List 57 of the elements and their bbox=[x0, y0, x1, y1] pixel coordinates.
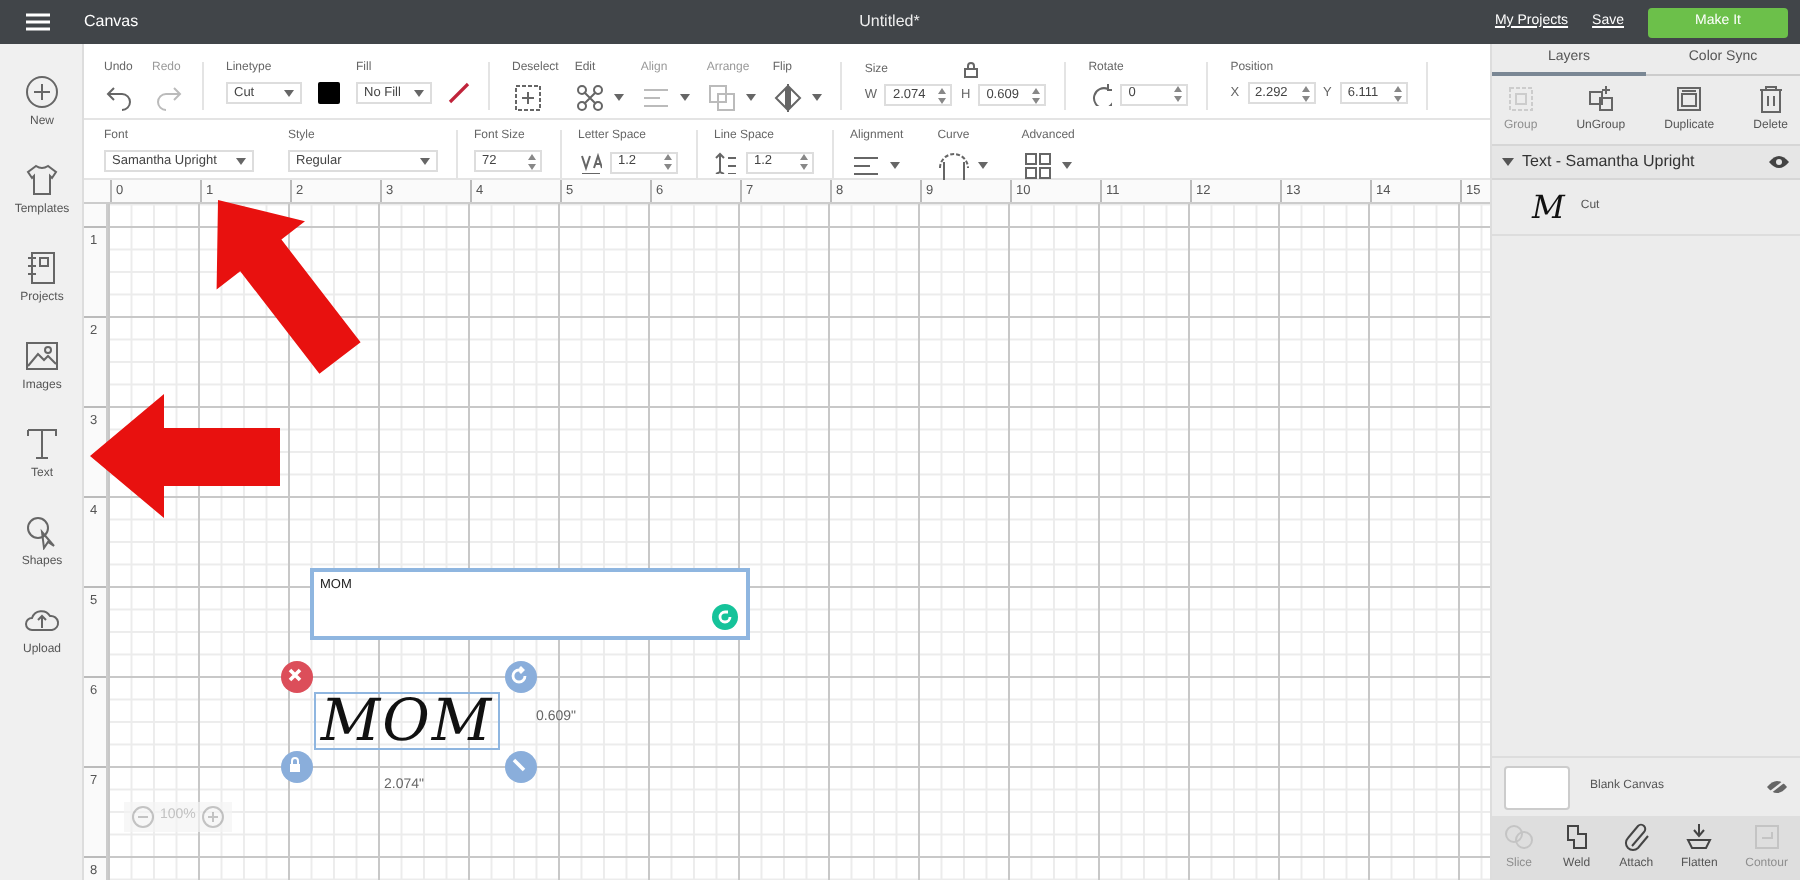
app-title: Canvas bbox=[84, 10, 141, 34]
node-edit-icon bbox=[574, 82, 607, 114]
selected-text[interactable]: MOM bbox=[314, 692, 500, 750]
eye-icon[interactable] bbox=[1768, 154, 1790, 170]
group-icon bbox=[1505, 84, 1536, 114]
contour-icon bbox=[1751, 822, 1782, 852]
trash-icon bbox=[1755, 84, 1786, 114]
canvas-swatch[interactable] bbox=[1504, 765, 1570, 809]
menu-icon[interactable] bbox=[24, 12, 52, 32]
spinner-icon bbox=[528, 153, 536, 169]
lock-icon[interactable] bbox=[964, 62, 979, 78]
ungroup-icon bbox=[1585, 84, 1616, 114]
spinner-icon bbox=[1032, 87, 1041, 103]
arrange-icon bbox=[706, 82, 739, 114]
close-icon[interactable] bbox=[280, 660, 314, 694]
rotate-handle-icon[interactable] bbox=[504, 660, 538, 694]
caret-icon bbox=[236, 157, 246, 165]
caret-icon bbox=[414, 89, 424, 97]
layer-group-row[interactable]: Text - Samantha Upright bbox=[1492, 144, 1800, 180]
weld-icon bbox=[1561, 822, 1592, 852]
resize-handle-icon[interactable] bbox=[504, 750, 538, 784]
advanced-icon bbox=[1021, 150, 1054, 182]
caret-icon bbox=[284, 89, 294, 97]
spinner-icon bbox=[1174, 86, 1183, 102]
layer-thumbnail: M bbox=[1532, 185, 1565, 229]
plus-circle-icon bbox=[24, 74, 60, 110]
letter-spacing-icon bbox=[578, 150, 602, 174]
rotate-icon bbox=[1088, 82, 1113, 106]
caret-icon bbox=[420, 157, 430, 165]
hidden-eye-icon[interactable] bbox=[1766, 778, 1788, 796]
image-icon bbox=[24, 338, 60, 374]
spinner-icon bbox=[1393, 85, 1402, 101]
layer-name: Text - Samantha Upright bbox=[1522, 150, 1697, 174]
notebook-icon bbox=[24, 250, 60, 286]
spinner-icon bbox=[800, 154, 808, 170]
document-title: Untitled* bbox=[857, 10, 922, 34]
shapes-icon bbox=[24, 514, 60, 550]
spinner-icon bbox=[1301, 85, 1310, 101]
duplicate-icon bbox=[1674, 84, 1705, 114]
refresh-badge-icon bbox=[712, 604, 738, 630]
spinner-icon bbox=[938, 87, 947, 103]
color-swatch[interactable] bbox=[318, 82, 340, 104]
zoom-out-icon[interactable] bbox=[132, 806, 154, 828]
flatten-icon bbox=[1684, 822, 1715, 852]
no-fill-icon[interactable] bbox=[448, 82, 470, 104]
shirt-icon bbox=[24, 162, 60, 198]
text-icon bbox=[24, 426, 60, 462]
paperclip-icon bbox=[1621, 822, 1652, 852]
line-spacing-icon bbox=[714, 150, 738, 174]
flip-icon bbox=[772, 82, 805, 114]
spinner-icon bbox=[664, 154, 672, 170]
deselect-icon bbox=[512, 82, 544, 114]
slice-icon bbox=[1504, 822, 1534, 852]
zoom-in-icon[interactable] bbox=[201, 806, 224, 828]
curve-icon bbox=[937, 150, 970, 182]
redo-icon bbox=[152, 82, 184, 114]
undo-icon bbox=[104, 82, 136, 114]
